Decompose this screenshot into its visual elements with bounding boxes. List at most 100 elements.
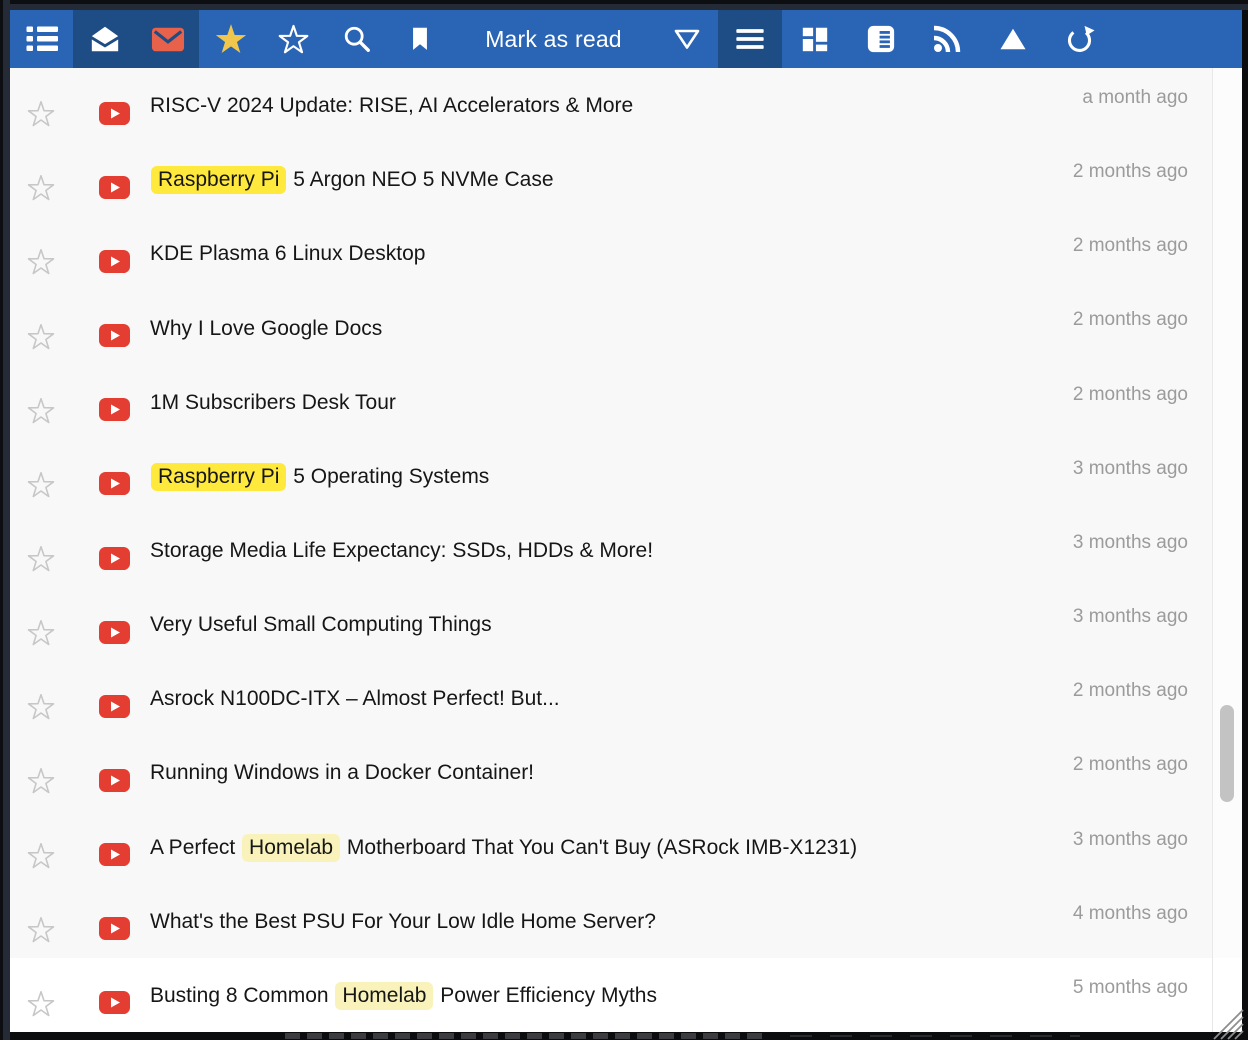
item-title-text: Why I Love Google Docs (150, 317, 382, 340)
star-unstarred-icon[interactable] (27, 916, 55, 944)
unread-envelope-icon (151, 26, 185, 53)
item-title-text: Very Useful Small Computing Things (150, 613, 492, 636)
item-timestamp: a month ago (1082, 87, 1188, 109)
item-timestamp: 5 months ago (1073, 977, 1188, 999)
item-timestamp: 2 months ago (1073, 384, 1188, 406)
star-unstarred-icon[interactable] (27, 545, 55, 573)
item-title-highlight: Raspberry Pi (151, 463, 286, 491)
item-title: What's the Best PSU For Your Low Idle Ho… (150, 910, 656, 934)
item-title-text: Storage Media Life Expectancy: SSDs, HDD… (150, 539, 653, 562)
mark-read-envelope-button[interactable] (73, 10, 136, 68)
background-cutoff-content (285, 1033, 765, 1039)
toolbar: Mark as read (10, 10, 1242, 68)
youtube-feed-icon (99, 398, 130, 421)
star-unstarred-icon[interactable] (27, 990, 55, 1018)
star-unstarred-icon[interactable] (27, 693, 55, 721)
list-view-button[interactable] (10, 10, 73, 68)
refresh-button[interactable] (1046, 10, 1112, 68)
grid-layout-button[interactable] (782, 10, 848, 68)
item-title-highlight: Homelab (335, 982, 433, 1010)
menu-button[interactable] (718, 10, 782, 68)
article-row[interactable]: What's the Best PSU For Your Low Idle Ho… (10, 884, 1242, 958)
window-resize-grip[interactable] (1204, 1000, 1244, 1040)
item-timestamp: 3 months ago (1073, 829, 1188, 851)
scrollbar-thumb[interactable] (1220, 705, 1234, 802)
item-title-highlight: Raspberry Pi (151, 166, 286, 194)
item-title: Very Useful Small Computing Things (150, 613, 492, 637)
article-list: RISC-V 2024 Update: RISE, AI Accelerator… (10, 68, 1242, 1032)
star-unstarred-icon[interactable] (27, 471, 55, 499)
star-unstarred-icon[interactable] (27, 100, 55, 128)
star-filled-icon (214, 22, 248, 56)
item-title: Raspberry Pi 5 Operating Systems (150, 465, 489, 489)
youtube-feed-icon (99, 324, 130, 347)
article-row[interactable]: Busting 8 Common Homelab Power Efficienc… (10, 958, 1242, 1032)
youtube-feed-icon (99, 769, 130, 792)
grid-layout-icon (800, 24, 830, 54)
article-row[interactable]: Raspberry Pi 5 Argon NEO 5 NVMe Case 2 m… (10, 142, 1242, 216)
article-row[interactable]: A Perfect Homelab Motherboard That You C… (10, 810, 1242, 884)
item-title: Busting 8 Common Homelab Power Efficienc… (150, 984, 657, 1008)
star-unstarred-icon[interactable] (27, 397, 55, 425)
triangle-up-icon (998, 26, 1028, 52)
star-unstarred-icon[interactable] (27, 767, 55, 795)
item-title-text: Motherboard That You Can't Buy (ASRock I… (341, 836, 857, 859)
article-row[interactable]: Running Windows in a Docker Container! 2… (10, 735, 1242, 809)
article-row[interactable]: Storage Media Life Expectancy: SSDs, HDD… (10, 513, 1242, 587)
star-unstarred-icon[interactable] (27, 248, 55, 276)
youtube-feed-icon (99, 917, 130, 940)
article-list-pane: RISC-V 2024 Update: RISE, AI Accelerator… (10, 68, 1242, 1032)
star-unstarred-icon[interactable] (27, 174, 55, 202)
search-button[interactable] (325, 10, 388, 68)
flag-starred-button[interactable] (199, 10, 262, 68)
unflag-starred-button[interactable] (262, 10, 325, 68)
item-title-text: A Perfect (150, 836, 241, 859)
star-unstarred-icon[interactable] (27, 619, 55, 647)
menu-button-group (718, 10, 782, 68)
item-title: RISC-V 2024 Update: RISE, AI Accelerator… (150, 94, 633, 118)
item-timestamp: 2 months ago (1073, 309, 1188, 331)
item-title: Running Windows in a Docker Container! (150, 761, 534, 785)
article-row[interactable]: Very Useful Small Computing Things 3 mon… (10, 587, 1242, 661)
item-title-text: RISC-V 2024 Update: RISE, AI Accelerator… (150, 94, 633, 117)
article-row[interactable]: RISC-V 2024 Update: RISE, AI Accelerator… (10, 68, 1242, 142)
article-row[interactable]: KDE Plasma 6 Linux Desktop 2 months ago (10, 216, 1242, 290)
item-title-text: KDE Plasma 6 Linux Desktop (150, 242, 425, 265)
youtube-feed-icon (99, 176, 130, 199)
item-title-text: 1M Subscribers Desk Tour (150, 391, 396, 414)
item-title-text: Busting 8 Common (150, 984, 334, 1007)
item-title: KDE Plasma 6 Linux Desktop (150, 242, 425, 266)
menu-icon (734, 25, 766, 53)
mark-as-read-dropdown-button[interactable] (656, 10, 718, 68)
scroll-to-top-button[interactable] (980, 10, 1046, 68)
youtube-feed-icon (99, 472, 130, 495)
star-unstarred-icon[interactable] (27, 323, 55, 351)
item-timestamp: 3 months ago (1073, 606, 1188, 628)
bookmark-icon (407, 24, 433, 54)
item-title: Raspberry Pi 5 Argon NEO 5 NVMe Case (150, 168, 554, 192)
youtube-feed-icon (99, 102, 130, 125)
open-envelope-icon (89, 24, 121, 54)
article-row[interactable]: Asrock N100DC-ITX – Almost Perfect! But.… (10, 661, 1242, 735)
list-view-icon (25, 24, 59, 54)
refresh-icon (1064, 24, 1095, 55)
item-title-text: 5 Operating Systems (287, 465, 489, 488)
star-unstarred-icon[interactable] (27, 842, 55, 870)
window-frame-top (0, 0, 1248, 10)
article-view-icon (866, 24, 896, 54)
article-row[interactable]: 1M Subscribers Desk Tour 2 months ago (10, 365, 1242, 439)
item-title-text: Power Efficiency Myths (434, 984, 657, 1007)
article-row[interactable]: Why I Love Google Docs 2 months ago (10, 290, 1242, 364)
mark-unread-envelope-button[interactable] (136, 10, 199, 68)
youtube-feed-icon (99, 250, 130, 273)
article-view-button[interactable] (848, 10, 914, 68)
scrollbar-track[interactable] (1212, 68, 1242, 1032)
item-title-highlight: Homelab (242, 834, 340, 862)
youtube-feed-icon (99, 991, 130, 1014)
article-row[interactable]: Raspberry Pi 5 Operating Systems 3 month… (10, 439, 1242, 513)
item-timestamp: 4 months ago (1073, 903, 1188, 925)
star-outline-icon (278, 24, 309, 55)
rss-subscribe-button[interactable] (914, 10, 980, 68)
item-title-text: Running Windows in a Docker Container! (150, 761, 534, 784)
bookmark-button[interactable] (388, 10, 451, 68)
